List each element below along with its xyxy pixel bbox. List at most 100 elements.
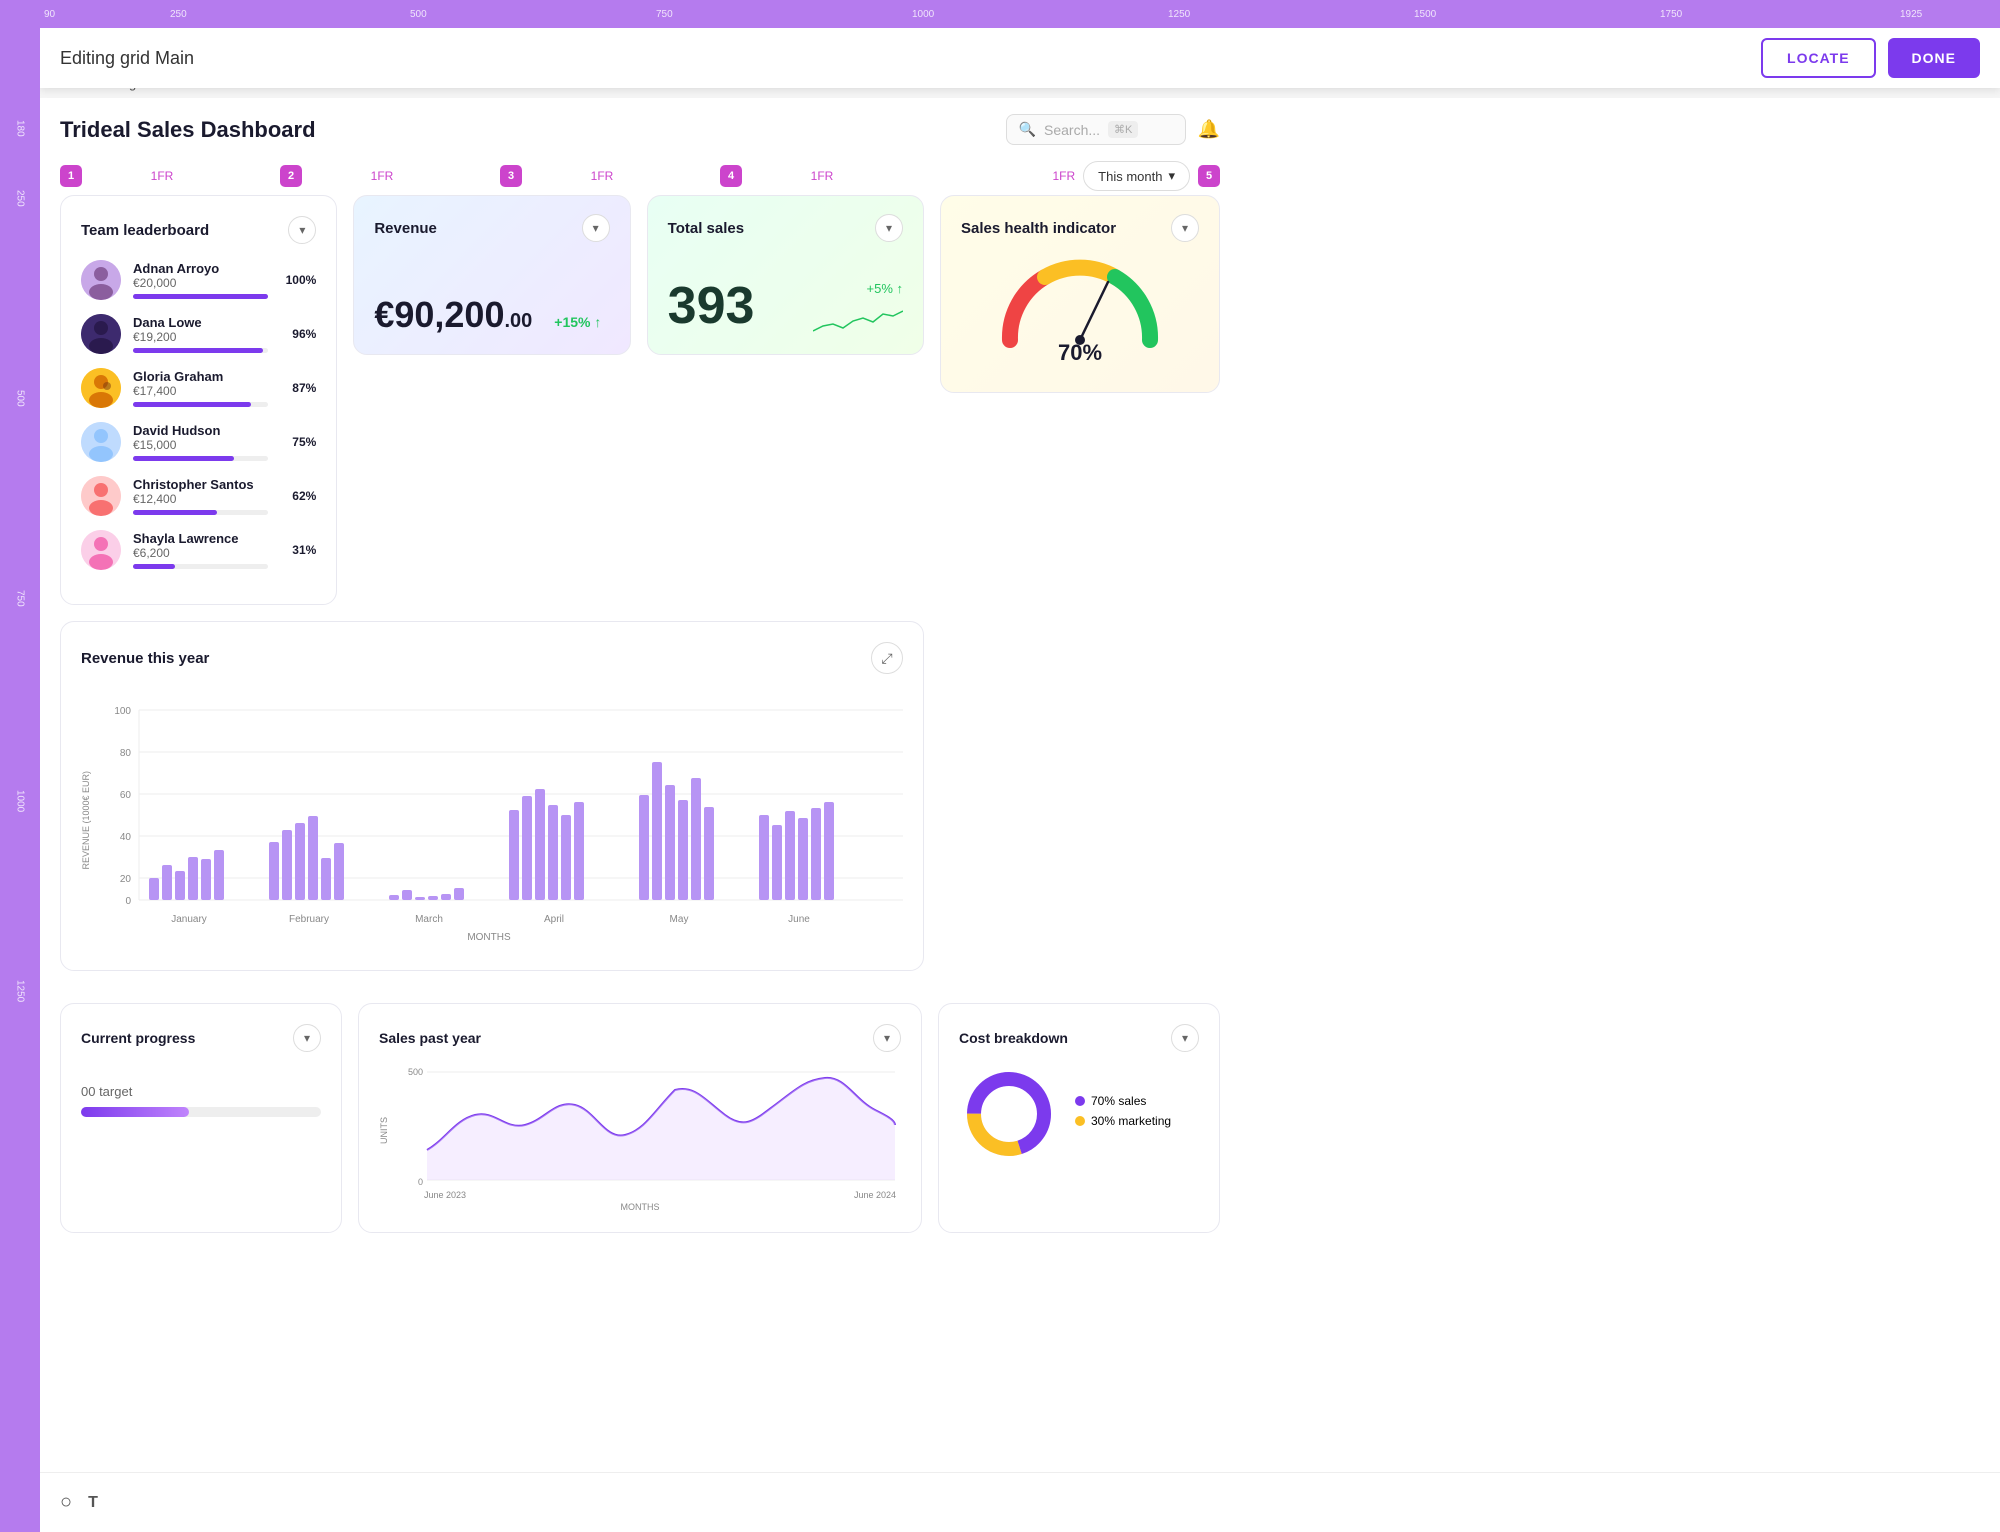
leaderboard-title: Team leaderboard (81, 222, 209, 239)
lb-avatar-3 (81, 422, 121, 462)
progress-header: Current progress ▾ (81, 1024, 321, 1052)
health-value: 70% (1058, 340, 1102, 366)
lb-bar-1 (133, 348, 263, 353)
ruler-tick-1250: 1250 (15, 980, 26, 1002)
done-button[interactable]: DONE (1888, 38, 1980, 78)
revenue-value-area: €90,200.00 +15% ↑ (374, 270, 609, 336)
ruler-tick-500: 500 (15, 390, 26, 407)
lb-percent-0: 100% (280, 273, 316, 287)
bell-icon[interactable]: 🔔 (1198, 119, 1220, 140)
gauge-svg (990, 250, 1170, 350)
sales-past-header: Sales past year ▾ (379, 1024, 901, 1052)
svg-text:0: 0 (418, 1177, 423, 1187)
sales-past-title: Sales past year (379, 1030, 481, 1046)
ruler-tick-250: 250 (15, 190, 26, 207)
search-box[interactable]: 🔍 Search... ⌘K (1006, 114, 1186, 145)
lb-avatar-4 (81, 476, 121, 516)
svg-text:40: 40 (120, 832, 132, 843)
text-tool-icon[interactable]: T (88, 1494, 98, 1512)
dashboard-title: Trideal Sales Dashboard (60, 117, 316, 143)
chart-expand-button[interactable]: ⤢ (871, 642, 903, 674)
ruler-tick-1925: 1925 (1900, 9, 1922, 20)
revenue-card-header: Revenue ▾ (374, 214, 609, 242)
lb-name-2: Gloria Graham (133, 369, 268, 384)
donut-svg (959, 1064, 1059, 1164)
revenue-value: €90,200.00 +15% ↑ (374, 294, 609, 336)
svg-text:June 2024: June 2024 (854, 1190, 896, 1200)
leaderboard-dropdown[interactable]: ▾ (288, 216, 316, 244)
bar-chart-container: REVENUE (1000€ EUR) 0 20 40 (81, 690, 903, 950)
sales-dropdown[interactable]: ▾ (875, 214, 903, 242)
chart-title: Revenue this year (81, 650, 209, 667)
lb-item-3: David Hudson €15,000 75% (81, 422, 316, 462)
circle-tool-icon[interactable]: ○ (60, 1491, 72, 1514)
fr-label-5: 1FR (1052, 169, 1075, 183)
cost-breakdown-card: Cost breakdown ▾ (938, 1003, 1220, 1233)
lb-name-3: David Hudson (133, 423, 268, 438)
fr-label-4: 1FR (811, 169, 834, 183)
lb-item-4: Christopher Santos €12,400 62% (81, 476, 316, 516)
sales-dot (1075, 1096, 1085, 1106)
fr-label-3: 1FR (591, 169, 614, 183)
lb-name-1: Dana Lowe (133, 315, 268, 330)
locate-button[interactable]: LOCATE (1761, 38, 1876, 78)
lb-name-5: Shayla Lawrence (133, 531, 268, 546)
ruler-tick-1000: 1000 (15, 790, 26, 812)
cost-dropdown[interactable]: ▾ (1171, 1024, 1199, 1052)
ruler-top: 90 250 500 750 1000 1250 1500 1750 1925 (0, 0, 2000, 28)
months-label: MONTHS (379, 1202, 901, 1212)
lb-percent-5: 31% (280, 543, 316, 557)
svg-text:June: June (788, 914, 810, 925)
ruler-tick-1500: 1500 (1414, 9, 1436, 20)
y-axis-label: REVENUE (1000€ EUR) (81, 771, 91, 870)
fr-labels-row: 1 1FR 2 1FR 3 1FR 4 1FR 1FR This month ▾ (60, 161, 1220, 191)
ruler-tick-1750: 1750 (1660, 9, 1682, 20)
editing-bar: Editing grid Main LOCATE DONE (40, 28, 2000, 88)
cost-header: Cost breakdown ▾ (959, 1024, 1199, 1052)
svg-text:100: 100 (114, 706, 131, 717)
svg-text:April: April (544, 914, 564, 925)
lb-amount-3: €15,000 (133, 438, 268, 452)
fr-label-1: 1FR (151, 169, 174, 183)
svg-text:March: March (415, 914, 443, 925)
fr-col-4: 4 1FR (720, 169, 924, 183)
lb-bar-4 (133, 510, 217, 515)
sales-past-chart: UNITS 500 0 June 2023 Ju (379, 1060, 901, 1200)
lb-amount-4: €12,400 (133, 492, 268, 506)
svg-text:June 2023: June 2023 (424, 1190, 466, 1200)
health-card: Sales health indicator ▾ (940, 195, 1220, 393)
lb-item-1: Dana Lowe €19,200 96% (81, 314, 316, 354)
lb-info-2: Gloria Graham €17,400 (133, 369, 268, 407)
lb-item-2: Gloria Graham €17,400 87% (81, 368, 316, 408)
fr-col-3: 3 1FR (500, 169, 704, 183)
ruler-tick-1000: 1000 (912, 9, 934, 20)
sales-value: 393 (668, 276, 755, 336)
lb-amount-1: €19,200 (133, 330, 268, 344)
svg-text:80: 80 (120, 748, 132, 759)
progress-dropdown[interactable]: ▾ (293, 1024, 321, 1052)
sales-line-svg: 500 0 June 2023 June 2024 (395, 1060, 901, 1200)
chevron-down-icon: ▾ (1168, 168, 1175, 184)
ruler-tick-750: 750 (15, 590, 26, 607)
lb-avatar-1 (81, 314, 121, 354)
health-dropdown[interactable]: ▾ (1171, 214, 1199, 242)
sales-change: +5% ↑ (867, 281, 904, 296)
sales-title: Total sales (668, 220, 744, 237)
revenue-dropdown[interactable]: ▾ (582, 214, 610, 242)
progress-target: 00 target (81, 1084, 321, 1099)
progress-bar-fill (81, 1107, 189, 1117)
lb-amount-5: €6,200 (133, 546, 268, 560)
ruler-left: 180 250 500 750 1000 1250 (0, 0, 40, 1532)
ruler-tick-500: 500 (410, 9, 427, 20)
sales-card: Total sales ▾ 393 +5% ↑ (647, 195, 924, 355)
this-month-button[interactable]: This month ▾ (1083, 161, 1190, 191)
search-icon: 🔍 (1019, 121, 1036, 138)
gauge-container: 70% (961, 242, 1199, 374)
lb-percent-4: 62% (280, 489, 316, 503)
donut-area: 70% sales 30% marketing (959, 1064, 1199, 1164)
bar-chart-svg: 0 20 40 60 80 100 (99, 690, 903, 950)
badge-2: 2 (280, 165, 302, 187)
header-right: 🔍 Search... ⌘K 🔔 (1006, 114, 1220, 145)
sales-past-dropdown[interactable]: ▾ (873, 1024, 901, 1052)
revenue-change: +15% ↑ (554, 314, 601, 330)
